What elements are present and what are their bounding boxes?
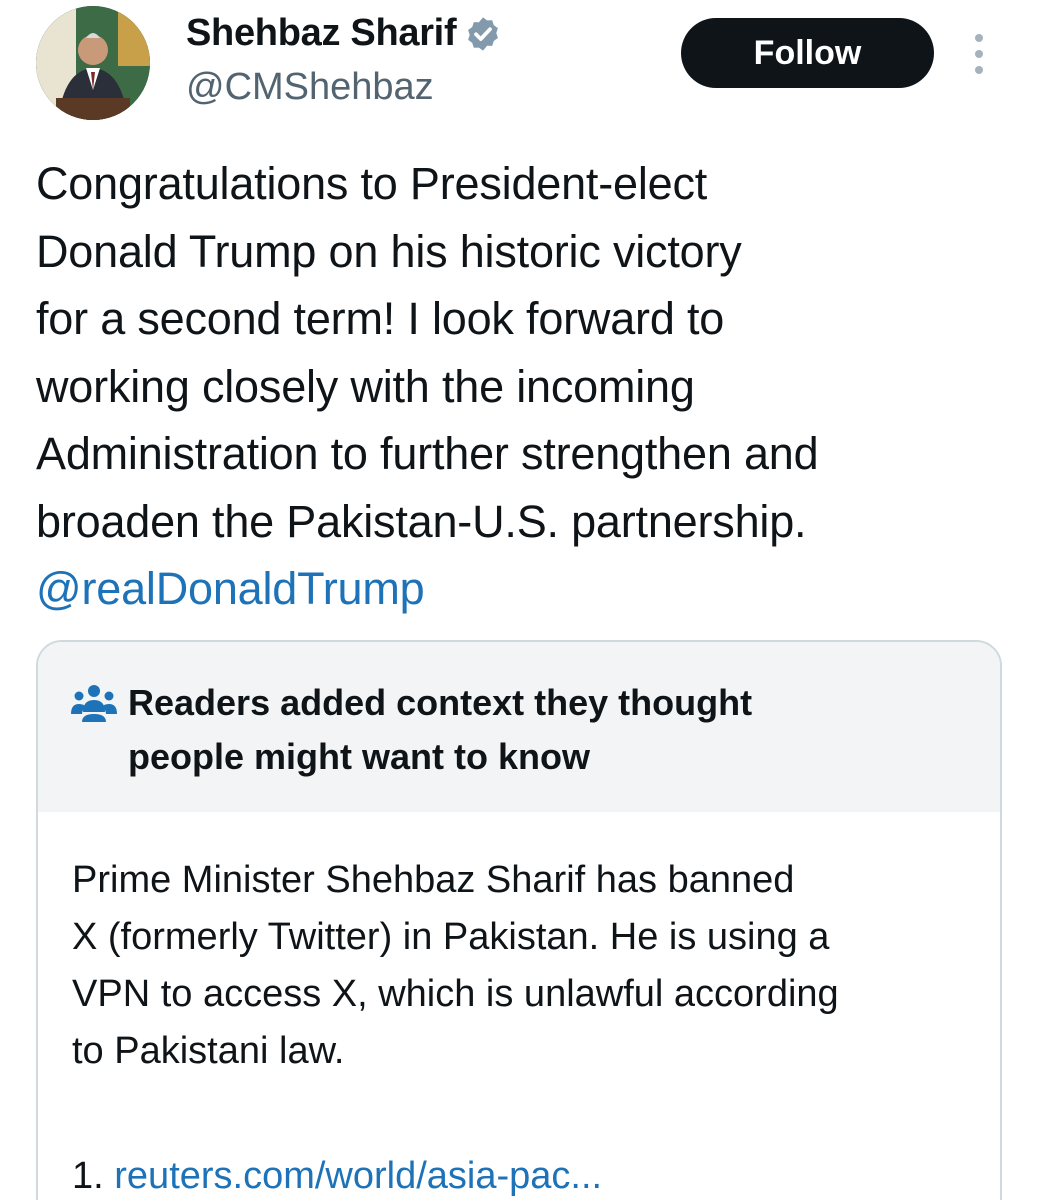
note-body-line: to Pakistani law. xyxy=(72,1030,345,1072)
follow-button[interactable]: Follow xyxy=(681,18,934,88)
tweet-line: Administration to further strengthen and xyxy=(36,428,819,479)
source-link[interactable]: reuters.com/world/asia-pac... xyxy=(114,1155,602,1197)
community-note-title: Readers added context they thought peopl… xyxy=(128,676,970,784)
note-body-line: X (formerly Twitter) in Pakistan. He is … xyxy=(72,916,830,958)
tweet-body: Congratulations to President-elect Donal… xyxy=(36,150,1026,623)
mention-link[interactable]: @realDonaldTrump xyxy=(36,555,1026,623)
profile-photo xyxy=(36,6,150,120)
source-number: 1. xyxy=(72,1155,104,1197)
display-name-text: Shehbaz Sharif xyxy=(186,12,457,54)
verified-badge-icon[interactable] xyxy=(464,15,502,53)
community-note-header: Readers added context they thought peopl… xyxy=(38,642,1000,812)
tweet-line: Congratulations to President-elect xyxy=(36,158,708,209)
author-avatar[interactable] xyxy=(36,6,150,120)
tweet-line: working closely with the incoming xyxy=(36,360,695,412)
community-note-card: Readers added context they thought peopl… xyxy=(36,640,1002,1200)
note-body-line: Prime Minister Shehbaz Sharif has banned xyxy=(72,859,795,901)
note-body-line: VPN to access X, which is unlawful accor… xyxy=(72,973,839,1015)
more-dot xyxy=(975,66,983,74)
note-source: 1. reuters.com/world/asia-pac... xyxy=(72,1148,970,1200)
more-vertical-icon[interactable] xyxy=(966,34,992,74)
more-dot xyxy=(975,50,983,58)
people-icon xyxy=(70,682,118,722)
author-display-name[interactable]: Shehbaz Sharif xyxy=(186,12,502,55)
community-note-body: Prime Minister Shehbaz Sharif has banned… xyxy=(38,812,1000,1200)
note-title-line: people might want to know xyxy=(128,736,590,777)
more-dot xyxy=(975,34,983,42)
author-handle[interactable]: @CMShehbaz xyxy=(186,66,434,109)
tweet-line: broaden the Pakistan-U.S. partnership. xyxy=(36,495,807,547)
tweet-line: for a second term! I look forward to xyxy=(36,293,725,344)
tweet-line: Donald Trump on his historic victory xyxy=(36,225,742,277)
note-title-line: Readers added context they thought xyxy=(128,682,753,723)
